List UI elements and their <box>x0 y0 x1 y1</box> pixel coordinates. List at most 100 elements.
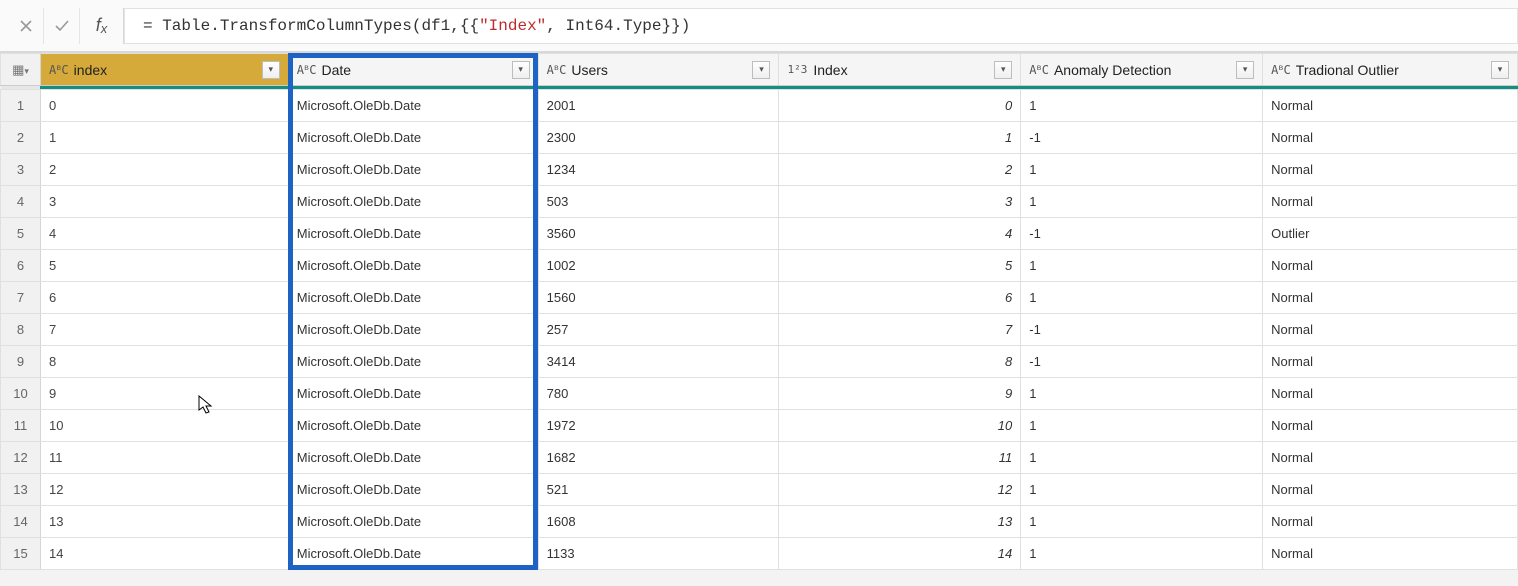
table-row[interactable]: 87Microsoft.OleDb.Date2577-1Normal <box>1 314 1518 346</box>
cell-traditional[interactable]: Normal <box>1263 314 1518 346</box>
cell-index[interactable]: 14 <box>40 538 288 570</box>
cell-index-num[interactable]: 8 <box>779 346 1021 378</box>
cell-anomaly[interactable]: 1 <box>1021 186 1263 218</box>
cell-index[interactable]: 13 <box>40 506 288 538</box>
table-row[interactable]: 21Microsoft.OleDb.Date23001-1Normal <box>1 122 1518 154</box>
cell-anomaly[interactable]: 1 <box>1021 282 1263 314</box>
cell-users[interactable]: 3560 <box>538 218 779 250</box>
row-number[interactable]: 10 <box>1 378 41 410</box>
column-header-index-num[interactable]: 1²3 Index ▾ <box>779 54 1021 86</box>
cell-index[interactable]: 7 <box>40 314 288 346</box>
cell-traditional[interactable]: Normal <box>1263 378 1518 410</box>
cell-users[interactable]: 2300 <box>538 122 779 154</box>
cell-index-num[interactable]: 7 <box>779 314 1021 346</box>
cell-index[interactable]: 12 <box>40 474 288 506</box>
cell-index-num[interactable]: 1 <box>779 122 1021 154</box>
cell-anomaly[interactable]: 1 <box>1021 474 1263 506</box>
cell-anomaly[interactable]: 1 <box>1021 378 1263 410</box>
cell-traditional[interactable]: Outlier <box>1263 218 1518 250</box>
cell-date[interactable]: Microsoft.OleDb.Date <box>288 442 538 474</box>
cell-anomaly[interactable]: -1 <box>1021 218 1263 250</box>
cell-index-num[interactable]: 4 <box>779 218 1021 250</box>
cell-date[interactable]: Microsoft.OleDb.Date <box>288 282 538 314</box>
cell-anomaly[interactable]: 1 <box>1021 506 1263 538</box>
cell-users[interactable]: 1682 <box>538 442 779 474</box>
cell-anomaly[interactable]: 1 <box>1021 154 1263 186</box>
column-header-users[interactable]: AᴮC Users ▾ <box>538 54 779 86</box>
cell-users[interactable]: 780 <box>538 378 779 410</box>
cell-anomaly[interactable]: -1 <box>1021 122 1263 154</box>
cell-index[interactable]: 4 <box>40 218 288 250</box>
cell-index[interactable]: 1 <box>40 122 288 154</box>
cell-anomaly[interactable]: 1 <box>1021 90 1263 122</box>
row-number[interactable]: 8 <box>1 314 41 346</box>
table-row[interactable]: 65Microsoft.OleDb.Date100251Normal <box>1 250 1518 282</box>
column-header-traditional[interactable]: AᴮC Tradional Outlier ▾ <box>1263 54 1518 86</box>
table-row[interactable]: 109Microsoft.OleDb.Date78091Normal <box>1 378 1518 410</box>
cell-users[interactable]: 1972 <box>538 410 779 442</box>
cell-anomaly[interactable]: 1 <box>1021 250 1263 282</box>
cell-index[interactable]: 10 <box>40 410 288 442</box>
cell-index-num[interactable]: 11 <box>779 442 1021 474</box>
cell-index-num[interactable]: 3 <box>779 186 1021 218</box>
cell-index[interactable]: 8 <box>40 346 288 378</box>
cell-index[interactable]: 3 <box>40 186 288 218</box>
cell-traditional[interactable]: Normal <box>1263 122 1518 154</box>
cell-traditional[interactable]: Normal <box>1263 282 1518 314</box>
row-number[interactable]: 15 <box>1 538 41 570</box>
cancel-formula-button[interactable] <box>8 8 44 44</box>
filter-button[interactable]: ▾ <box>512 61 530 79</box>
cell-users[interactable]: 3414 <box>538 346 779 378</box>
confirm-formula-button[interactable] <box>44 8 80 44</box>
cell-date[interactable]: Microsoft.OleDb.Date <box>288 506 538 538</box>
cell-index-num[interactable]: 14 <box>779 538 1021 570</box>
cell-anomaly[interactable]: -1 <box>1021 346 1263 378</box>
cell-index[interactable]: 11 <box>40 442 288 474</box>
column-header-index[interactable]: AᴮC index ▾ <box>40 54 288 86</box>
cell-traditional[interactable]: Normal <box>1263 442 1518 474</box>
table-row[interactable]: 1413Microsoft.OleDb.Date1608131Normal <box>1 506 1518 538</box>
cell-traditional[interactable]: Normal <box>1263 250 1518 282</box>
cell-date[interactable]: Microsoft.OleDb.Date <box>288 122 538 154</box>
table-row[interactable]: 98Microsoft.OleDb.Date34148-1Normal <box>1 346 1518 378</box>
table-row[interactable]: 1514Microsoft.OleDb.Date1133141Normal <box>1 538 1518 570</box>
cell-index[interactable]: 6 <box>40 282 288 314</box>
cell-traditional[interactable]: Normal <box>1263 506 1518 538</box>
cell-date[interactable]: Microsoft.OleDb.Date <box>288 90 538 122</box>
filter-button[interactable]: ▾ <box>752 61 770 79</box>
cell-traditional[interactable]: Normal <box>1263 474 1518 506</box>
cell-index-num[interactable]: 5 <box>779 250 1021 282</box>
cell-traditional[interactable]: Normal <box>1263 410 1518 442</box>
row-number[interactable]: 9 <box>1 346 41 378</box>
cell-traditional[interactable]: Normal <box>1263 538 1518 570</box>
row-number[interactable]: 2 <box>1 122 41 154</box>
cell-users[interactable]: 521 <box>538 474 779 506</box>
table-row[interactable]: 1312Microsoft.OleDb.Date521121Normal <box>1 474 1518 506</box>
cell-index-num[interactable]: 6 <box>779 282 1021 314</box>
formula-input[interactable]: = Table.TransformColumnTypes(df1,{{"Inde… <box>124 8 1518 44</box>
cell-date[interactable]: Microsoft.OleDb.Date <box>288 314 538 346</box>
cell-index[interactable]: 5 <box>40 250 288 282</box>
cell-index-num[interactable]: 9 <box>779 378 1021 410</box>
cell-anomaly[interactable]: 1 <box>1021 538 1263 570</box>
cell-users[interactable]: 1234 <box>538 154 779 186</box>
cell-date[interactable]: Microsoft.OleDb.Date <box>288 218 538 250</box>
row-number[interactable]: 6 <box>1 250 41 282</box>
row-number[interactable]: 4 <box>1 186 41 218</box>
cell-date[interactable]: Microsoft.OleDb.Date <box>288 474 538 506</box>
cell-date[interactable]: Microsoft.OleDb.Date <box>288 154 538 186</box>
table-row[interactable]: 32Microsoft.OleDb.Date123421Normal <box>1 154 1518 186</box>
table-row[interactable]: 1211Microsoft.OleDb.Date1682111Normal <box>1 442 1518 474</box>
cell-date[interactable]: Microsoft.OleDb.Date <box>288 186 538 218</box>
column-header-anomaly[interactable]: AᴮC Anomaly Detection ▾ <box>1021 54 1263 86</box>
table-row[interactable]: 1110Microsoft.OleDb.Date1972101Normal <box>1 410 1518 442</box>
cell-index-num[interactable]: 10 <box>779 410 1021 442</box>
row-number[interactable]: 7 <box>1 282 41 314</box>
cell-date[interactable]: Microsoft.OleDb.Date <box>288 378 538 410</box>
cell-anomaly[interactable]: 1 <box>1021 410 1263 442</box>
column-header-date[interactable]: AᴮC Date ▾ <box>288 54 538 86</box>
row-number[interactable]: 5 <box>1 218 41 250</box>
cell-index-num[interactable]: 0 <box>779 90 1021 122</box>
cell-users[interactable]: 2001 <box>538 90 779 122</box>
filter-button[interactable]: ▾ <box>262 61 280 79</box>
